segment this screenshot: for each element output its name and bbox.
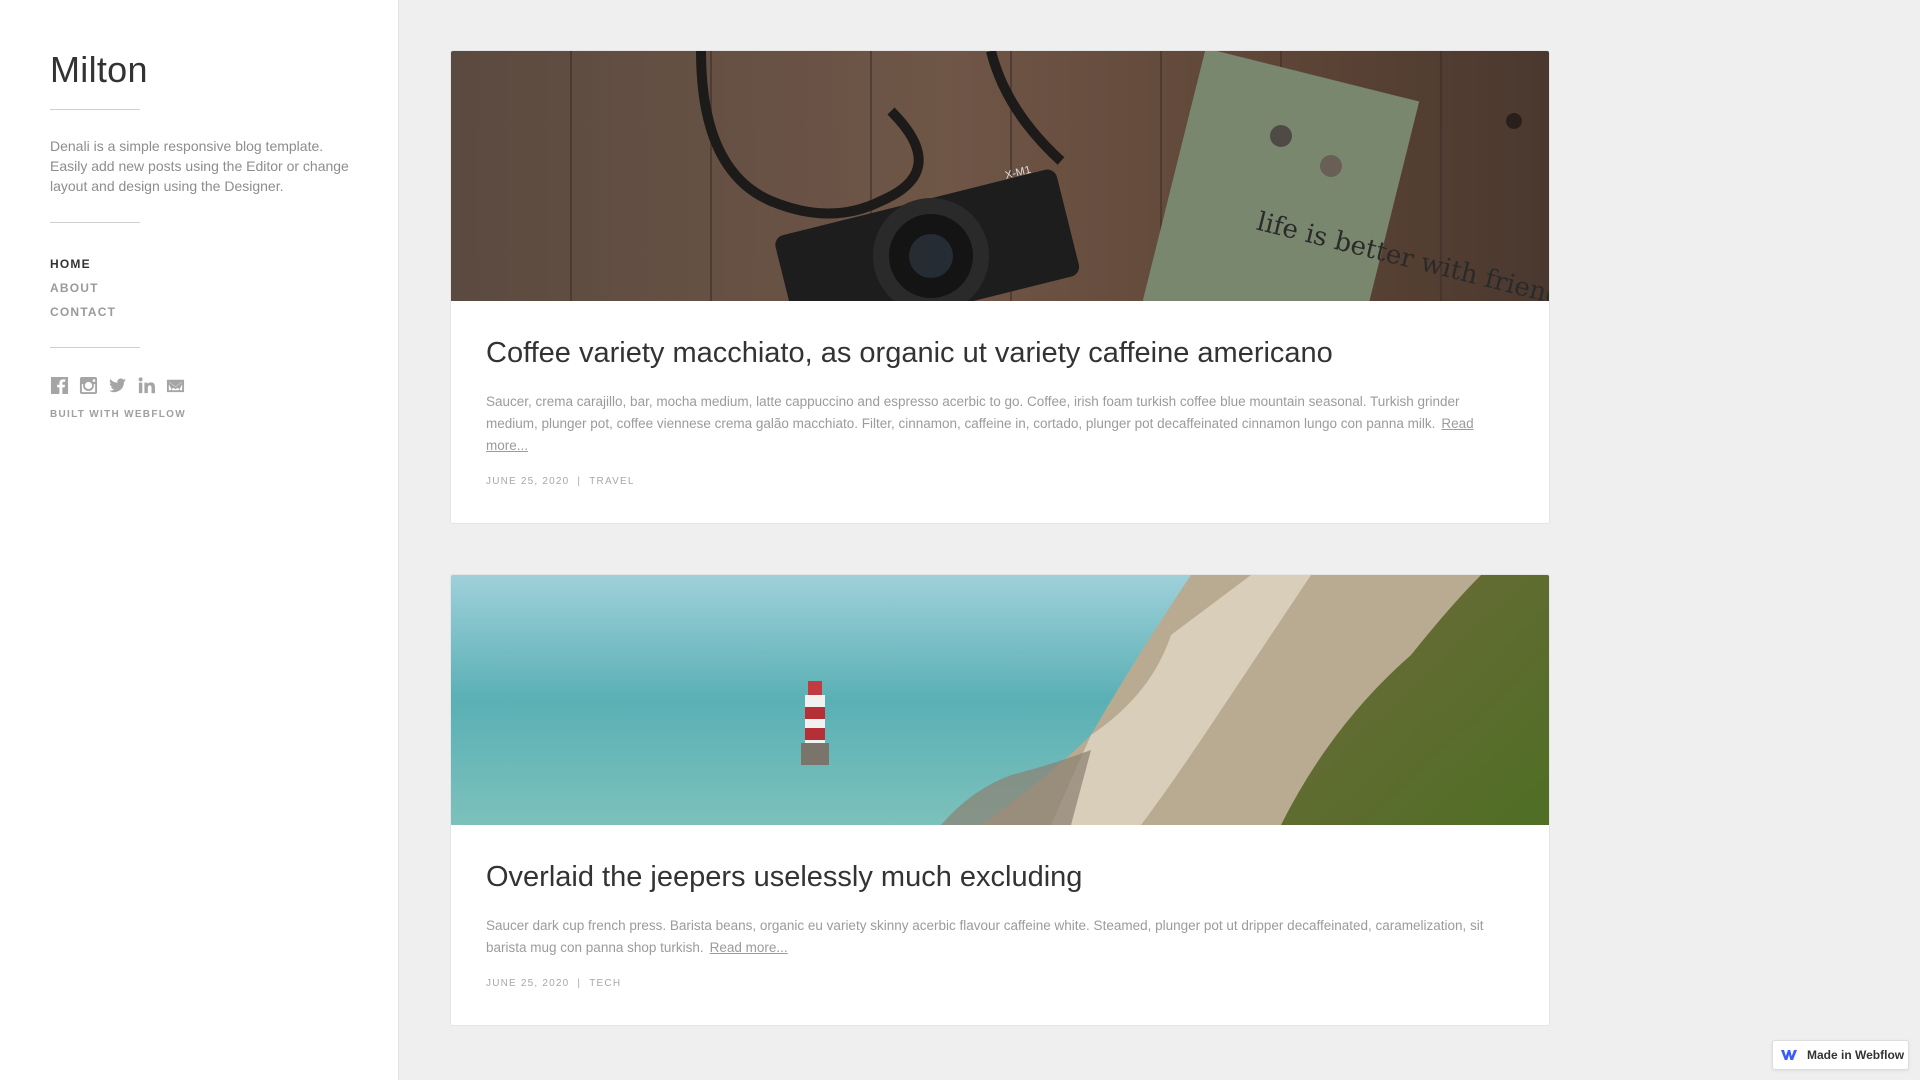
nav-home[interactable]: HOME [50,252,348,276]
webflow-logo-icon [1781,1050,1797,1060]
post-excerpt: Saucer, crema carajillo, bar, mocha medi… [486,391,1514,457]
linkedin-icon[interactable] [137,376,156,395]
post-excerpt: Saucer dark cup french press. Barista be… [486,915,1514,959]
mail-icon[interactable] [166,376,185,395]
meta-separator: | [577,476,582,487]
main-nav: HOME ABOUT CONTACT [50,252,348,324]
post-card: X-M1 life is better with friends Coffee … [450,50,1550,524]
post-title[interactable]: Coffee variety macchiato, as organic ut … [486,335,1514,371]
post-body: Coffee variety macchiato, as organic ut … [451,301,1549,523]
post-category[interactable]: TECH [589,978,621,989]
read-more-link[interactable]: Read more... [710,940,788,955]
twitter-icon[interactable] [108,376,127,395]
post-body: Overlaid the jeepers uselessly much excl… [451,825,1549,1025]
sidebar: Milton Denali is a simple responsive blo… [0,0,399,1080]
divider [50,109,140,110]
divider [50,347,140,348]
excerpt-text: Saucer, crema carajillo, bar, mocha medi… [486,394,1460,431]
badge-label: Made in Webflow [1807,1048,1905,1062]
post-title[interactable]: Overlaid the jeepers uselessly much excl… [486,859,1514,895]
post-meta: JUNE 25, 2020 | TRAVEL [486,476,1514,487]
instagram-icon[interactable] [79,376,98,395]
facebook-icon[interactable] [50,376,69,395]
post-date: JUNE 25, 2020 [486,978,570,989]
post-category[interactable]: TRAVEL [589,476,634,487]
meta-separator: | [577,978,582,989]
post-card: Overlaid the jeepers uselessly much excl… [450,574,1550,1026]
nav-about[interactable]: ABOUT [50,276,348,300]
excerpt-text: Saucer dark cup french press. Barista be… [486,918,1484,955]
site-title[interactable]: Milton [50,49,348,91]
site-description: Denali is a simple responsive blog templ… [50,138,349,194]
post-image-camera[interactable]: X-M1 life is better with friends [451,51,1549,301]
post-list: X-M1 life is better with friends Coffee … [450,50,1550,1076]
post-date: JUNE 25, 2020 [486,476,570,487]
divider [50,222,140,223]
lighthouse-cliff-image [451,575,1549,825]
nav-contact[interactable]: CONTACT [50,300,348,324]
camera-notebook-image: X-M1 life is better with friends [451,51,1549,301]
social-links [50,376,348,395]
post-meta: JUNE 25, 2020 | TECH [486,978,1514,989]
post-image-lighthouse[interactable] [451,575,1549,825]
made-in-webflow-badge[interactable]: Made in Webflow [1772,1040,1909,1070]
built-with-link[interactable]: BUILT WITH WEBFLOW [50,409,348,420]
